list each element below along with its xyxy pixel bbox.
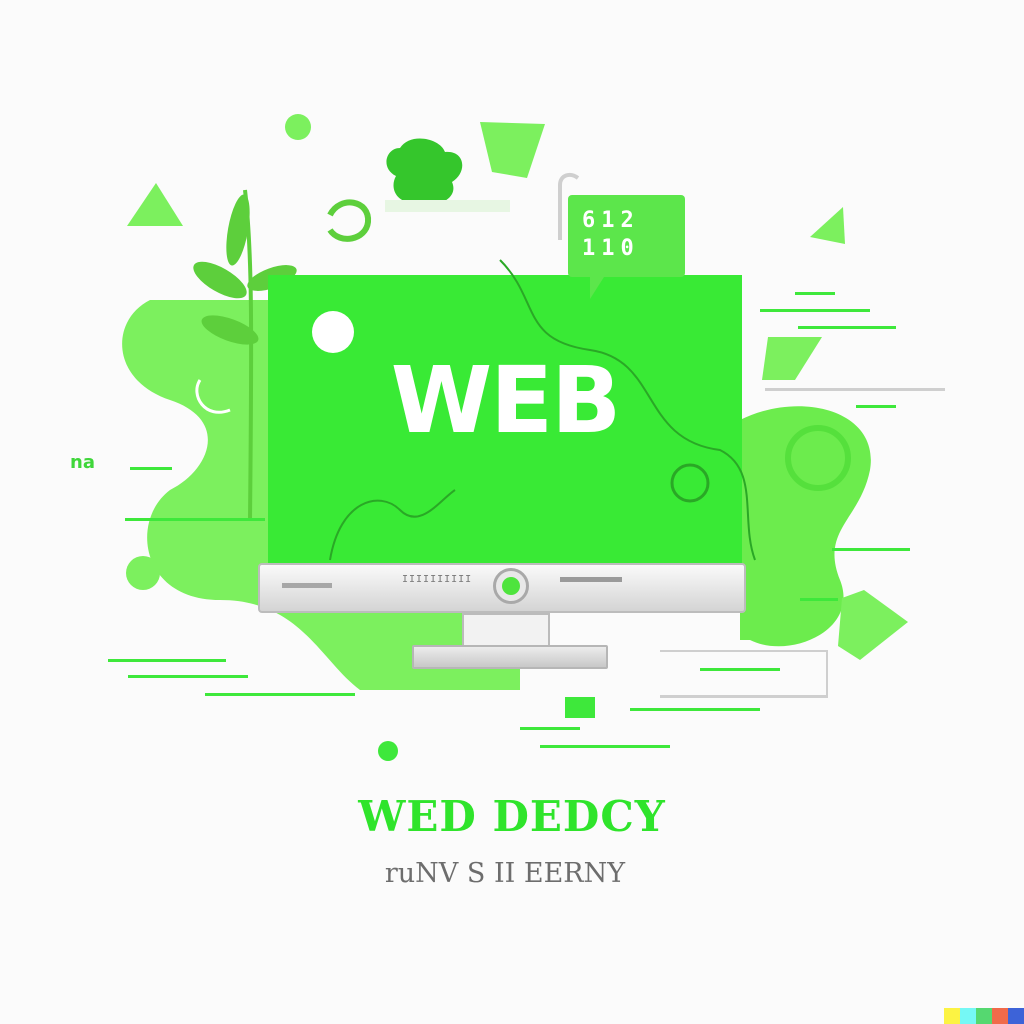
color-strip-watermark — [944, 1008, 1024, 1024]
chat-bubble: 612 110 — [568, 195, 685, 299]
top-tree — [386, 138, 463, 204]
top-dot — [285, 114, 311, 140]
watermark-swatch — [1008, 1008, 1024, 1024]
left-triangle — [127, 183, 183, 226]
small-left-circle — [126, 556, 160, 590]
bezel-slot — [560, 577, 622, 582]
subline: ruNV S II EERNY — [384, 858, 626, 889]
monitor-bezel: IIIIIIIIII — [258, 563, 746, 613]
bezel-slot — [282, 583, 332, 588]
right-triangle — [810, 207, 845, 244]
right-small-square — [762, 337, 822, 380]
screen-white-dot — [312, 311, 354, 353]
line — [130, 467, 172, 470]
line — [832, 548, 910, 551]
line — [630, 708, 760, 711]
line — [205, 693, 355, 696]
line — [798, 326, 896, 329]
illustration-canvas: WEB 612 110 IIIIIIIIII na WED DEDCY ruNV… — [0, 0, 1024, 1024]
top-square — [480, 122, 545, 178]
watermark-swatch — [960, 1008, 976, 1024]
right-diamond — [838, 590, 908, 660]
bezel-label: IIIIIIIIII — [402, 574, 473, 585]
chat-bubble-text: 612 110 — [582, 208, 640, 261]
top-platform — [385, 200, 510, 212]
bottom-square — [565, 697, 595, 718]
watermark-swatch — [976, 1008, 992, 1024]
watermark-swatch — [992, 1008, 1008, 1024]
line — [540, 745, 670, 748]
keyboard-outline — [660, 650, 828, 698]
watermark-swatch — [944, 1008, 960, 1024]
headline: WED DEDCY — [358, 792, 666, 841]
monitor-stand-neck — [462, 613, 550, 649]
monitor-stand-base — [412, 645, 608, 669]
line — [760, 309, 870, 312]
line — [800, 598, 838, 601]
line — [128, 675, 248, 678]
side-glyph: na — [70, 452, 95, 473]
leaf — [193, 261, 247, 299]
power-button — [493, 568, 529, 604]
line — [125, 518, 265, 521]
top-hand-swirl — [327, 199, 371, 242]
line — [108, 659, 226, 662]
line — [765, 388, 945, 391]
line — [795, 292, 835, 295]
line — [856, 405, 896, 408]
bottom-dot — [378, 741, 398, 761]
screen-word: WEB — [390, 347, 621, 454]
line — [520, 727, 580, 730]
